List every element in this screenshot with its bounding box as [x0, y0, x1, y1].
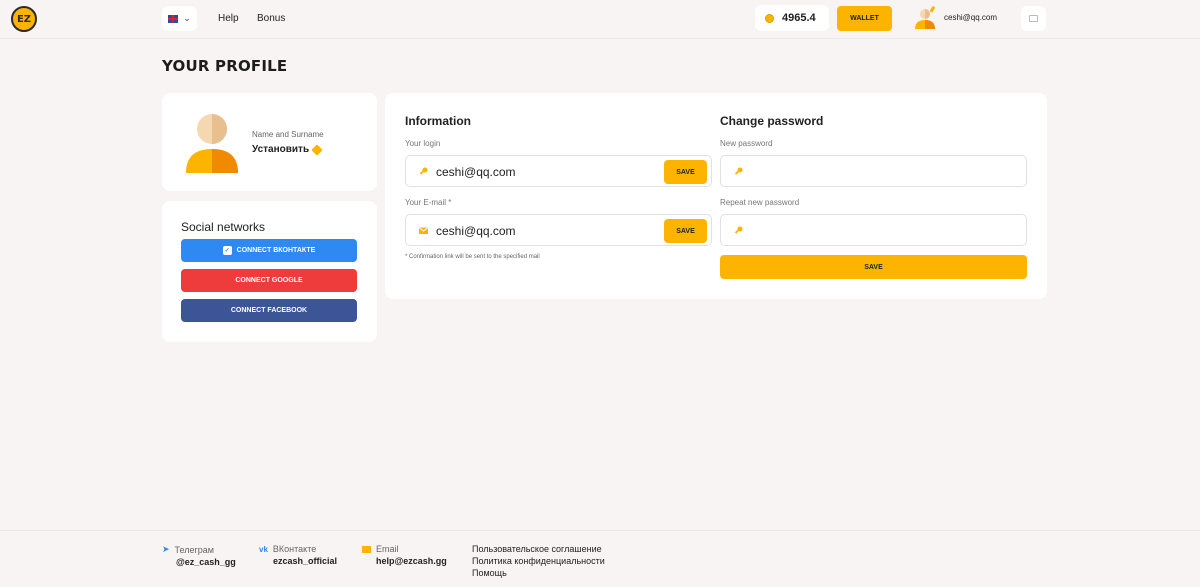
chevron-down-icon: ⌄: [183, 13, 191, 23]
name-label: Name and Surname: [252, 130, 324, 139]
settings-icon: [1029, 15, 1038, 22]
key-icon: [734, 226, 743, 234]
information-title: Information: [405, 114, 471, 128]
login-label: Your login: [405, 139, 441, 148]
logo-icon[interactable]: EZ: [11, 6, 37, 32]
language-selector[interactable]: ⌄: [162, 6, 197, 31]
user-avatar-icon[interactable]: [912, 5, 938, 31]
mail-icon: [419, 227, 428, 234]
key-icon: [419, 167, 428, 175]
profile-avatar-icon: [186, 114, 238, 173]
telegram-handle: @ez_cash_gg: [176, 557, 236, 567]
new-password-label: New password: [720, 139, 773, 148]
login-value: ceshi@qq.com: [436, 165, 516, 179]
save-email-button[interactable]: SAVE: [664, 219, 707, 243]
nav-bonus[interactable]: Bonus: [257, 13, 285, 24]
footer-links: Пользовательское соглашение Политика кон…: [472, 543, 605, 579]
name-value-text: Установить: [252, 144, 310, 155]
vk-icon: ✓: [222, 246, 232, 255]
repeat-password-field[interactable]: [720, 214, 1027, 246]
mail-icon: [362, 545, 371, 553]
top-header: EZ ⌄ Help Bonus 4965.4 WALLET ceshi@qq.c…: [0, 0, 1200, 39]
info-card: Information Your login ceshi@qq.com SAVE…: [385, 93, 1047, 299]
vk-handle: ezcash_official: [273, 556, 338, 566]
email-address: help@ezcash.gg: [376, 556, 447, 566]
save-login-button[interactable]: SAVE: [664, 160, 707, 184]
email-field[interactable]: ceshi@qq.com SAVE: [405, 214, 712, 246]
connect-facebook-button[interactable]: CONNECT FACEBOOK: [181, 299, 357, 322]
footer-link-privacy[interactable]: Политика конфиденциальности: [472, 555, 605, 567]
key-icon: [734, 167, 743, 175]
page-title: YOUR PROFILE: [162, 57, 288, 75]
vk-icon: vk: [259, 544, 268, 554]
settings-button[interactable]: [1021, 6, 1046, 31]
footer-link-help[interactable]: Помощь: [472, 567, 605, 579]
wallet-button[interactable]: WALLET: [837, 6, 892, 31]
email-value: ceshi@qq.com: [436, 224, 516, 238]
profile-card: Name and Surname Установить: [162, 93, 377, 191]
coin-icon: [765, 13, 774, 23]
footer-telegram[interactable]: ➤ Телеграм @ez_cash_gg: [162, 544, 236, 567]
balance-display: 4965.4: [755, 5, 829, 31]
connect-vk-button[interactable]: ✓ CONNECT ВКОНТАКТЕ: [181, 239, 357, 262]
nav-help[interactable]: Help: [218, 13, 239, 24]
footer-link-agreement[interactable]: Пользовательское соглашение: [472, 543, 605, 555]
telegram-icon: ➤: [162, 544, 170, 554]
footer-vk[interactable]: vk ВКонтакте ezcash_official: [259, 544, 337, 566]
uk-flag-icon: [168, 14, 179, 23]
save-password-button[interactable]: SAVE: [720, 255, 1027, 279]
connect-google-button[interactable]: CONNECT GOOGLE: [181, 269, 357, 292]
footer: ➤ Телеграм @ez_cash_gg vk ВКонтакте ezcash…: [0, 530, 1200, 587]
new-password-field[interactable]: [720, 155, 1027, 187]
edit-pencil-icon[interactable]: [311, 143, 323, 156]
balance-value: 4965.4: [782, 12, 816, 24]
social-networks-card: Social networks ✓ CONNECT ВКОНТАКТЕ CONN…: [162, 201, 377, 342]
connect-vk-label: CONNECT ВКОНТАКТЕ: [236, 247, 316, 254]
login-field[interactable]: ceshi@qq.com SAVE: [405, 155, 712, 187]
repeat-password-label: Repeat new password: [720, 198, 800, 207]
footer-email[interactable]: Email help@ezcash.gg: [362, 544, 447, 566]
email-label: Your E-mail *: [405, 198, 452, 207]
confirmation-note: * Confirmation link will be sent to the …: [405, 254, 540, 260]
social-title: Social networks: [181, 220, 266, 234]
change-password-title: Change password: [720, 114, 824, 128]
name-value[interactable]: Установить: [252, 143, 323, 156]
user-email[interactable]: ceshi@qq.com: [944, 13, 997, 22]
